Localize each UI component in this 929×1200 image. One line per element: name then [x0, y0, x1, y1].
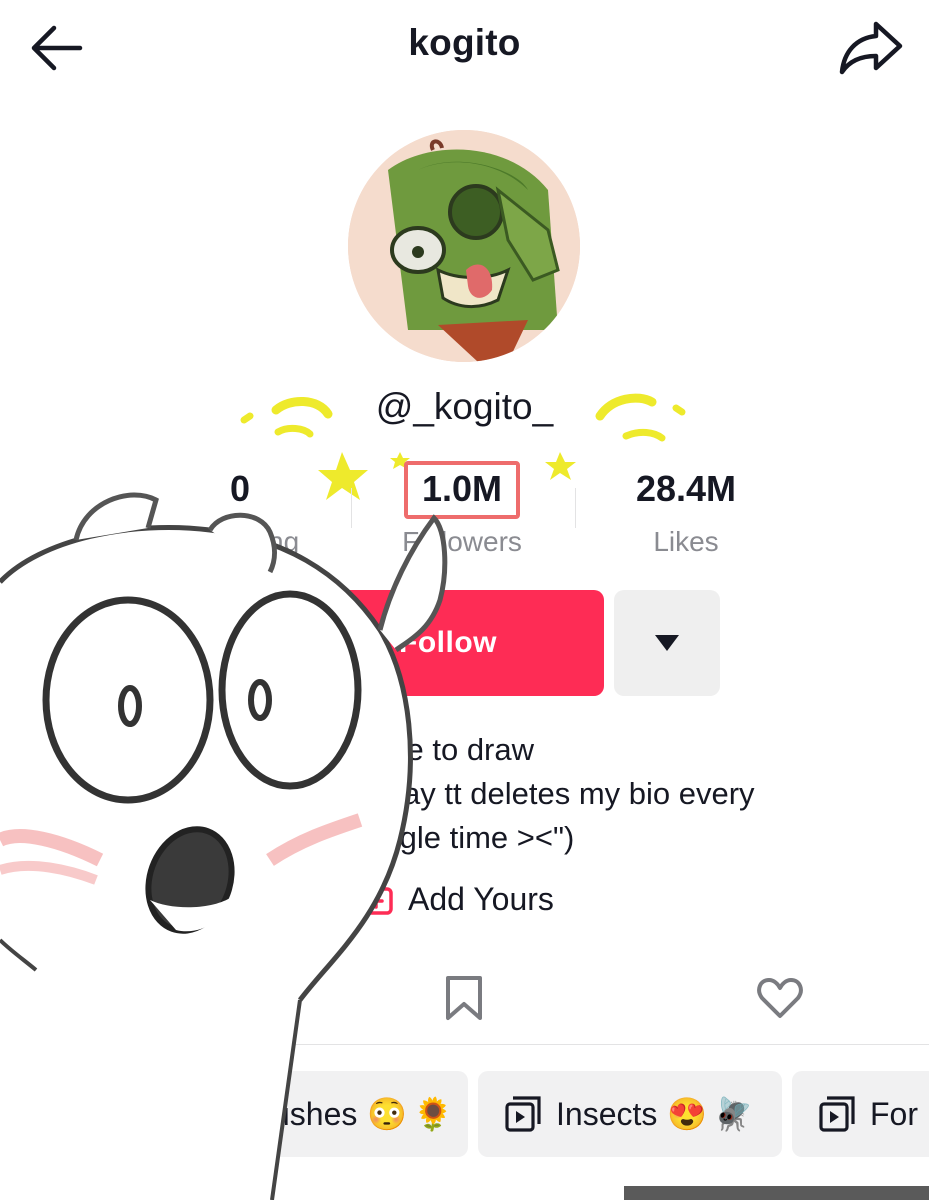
add-yours-icon	[359, 883, 393, 915]
profile-page: kogito @_kogito_ 0 Following 1.0M Follow…	[0, 0, 929, 1200]
sunflower-emoji: 🌻	[413, 1096, 454, 1132]
more-options-button[interactable]	[614, 590, 720, 696]
heart-eyes-emoji: 😍	[667, 1096, 708, 1132]
follow-button[interactable]: Follow	[292, 590, 604, 696]
bookmark-icon	[446, 976, 482, 1020]
bio-line: I like to draw	[360, 732, 535, 767]
playlist-chip[interactable]: Brushes 😳 🌻	[182, 1071, 468, 1157]
share-arrow-icon	[839, 21, 903, 75]
followers-highlight-box	[404, 461, 520, 519]
playlist-icon	[505, 1096, 541, 1132]
bio-line: (I say tt deletes my bio every	[360, 776, 755, 811]
bio: I like to draw (I say tt deletes my bio …	[360, 728, 755, 860]
avatar-image	[348, 130, 580, 362]
playlist-label: Insects	[556, 1095, 658, 1132]
likes-count: 28.4M	[635, 468, 737, 509]
tabs-divider	[0, 1044, 929, 1045]
playlist-icon	[819, 1096, 855, 1132]
heart-icon	[757, 978, 803, 1018]
username: @_kogito_	[375, 386, 554, 427]
caret-down-icon	[655, 635, 679, 651]
share-button[interactable]	[836, 18, 906, 76]
stats-divider	[351, 488, 352, 528]
playlist-chip[interactable]: For	[792, 1071, 929, 1157]
bio-line: single time ><")	[360, 820, 575, 855]
playlist-emoji: 😍 🪰	[667, 1095, 753, 1133]
playlist-label: For	[870, 1095, 918, 1132]
following-count[interactable]: 0	[140, 468, 340, 510]
playlist-chip[interactable]: Insects 😍 🪰	[478, 1071, 782, 1157]
video-thumbnail-edge	[624, 1186, 929, 1200]
playlist-label: Brushes	[240, 1095, 358, 1132]
likes-label: Likes	[653, 526, 719, 557]
page-title: kogito	[408, 22, 521, 63]
add-yours-link[interactable]: Add Yours	[358, 876, 554, 922]
stats-divider	[575, 488, 576, 528]
fly-emoji: 🪰	[713, 1096, 754, 1132]
avatar[interactable]	[348, 130, 580, 362]
add-yours-label: Add Yours	[408, 880, 554, 917]
following-label[interactable]: Following	[140, 526, 340, 558]
tab-liked[interactable]	[754, 972, 806, 1024]
playlist-emoji: 😳 🌻	[367, 1095, 453, 1133]
tab-saved[interactable]	[438, 972, 490, 1024]
flushed-face-emoji: 😳	[367, 1096, 408, 1132]
followers-label[interactable]: Followers	[362, 526, 562, 558]
